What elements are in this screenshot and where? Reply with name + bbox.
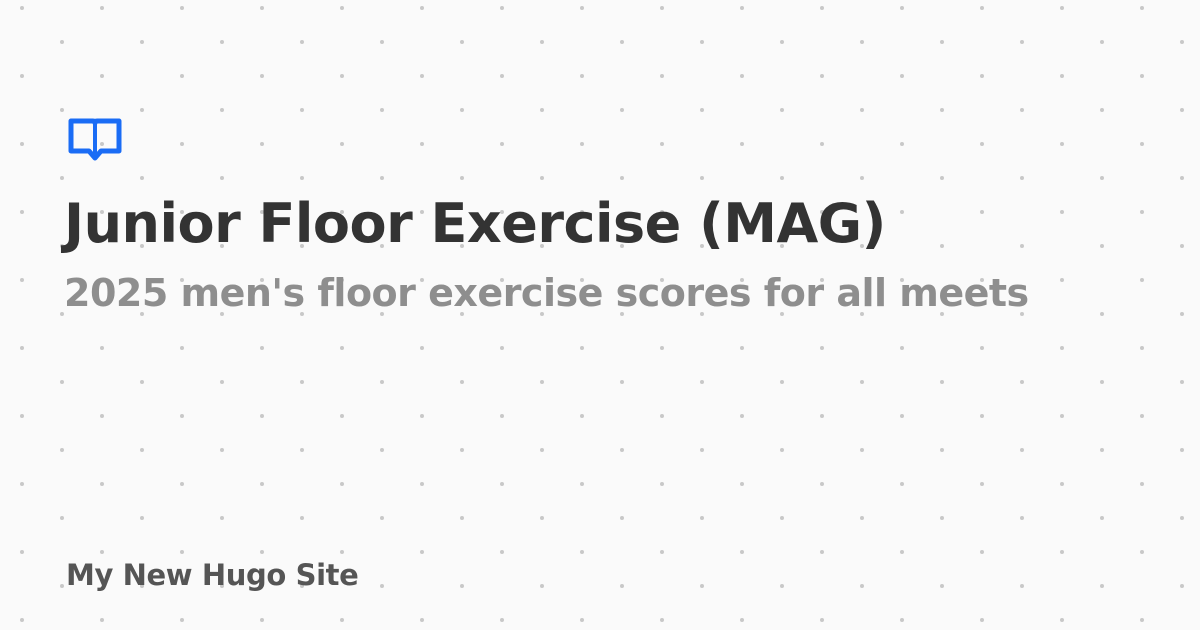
og-card: Junior Floor Exercise (MAG) 2025 men's f… (0, 0, 1200, 630)
site-name: My New Hugo Site (66, 558, 359, 592)
page-title: Junior Floor Exercise (MAG) (64, 192, 886, 255)
page-subtitle: 2025 men's floor exercise scores for all… (64, 271, 1029, 315)
book-open-icon (68, 118, 122, 161)
